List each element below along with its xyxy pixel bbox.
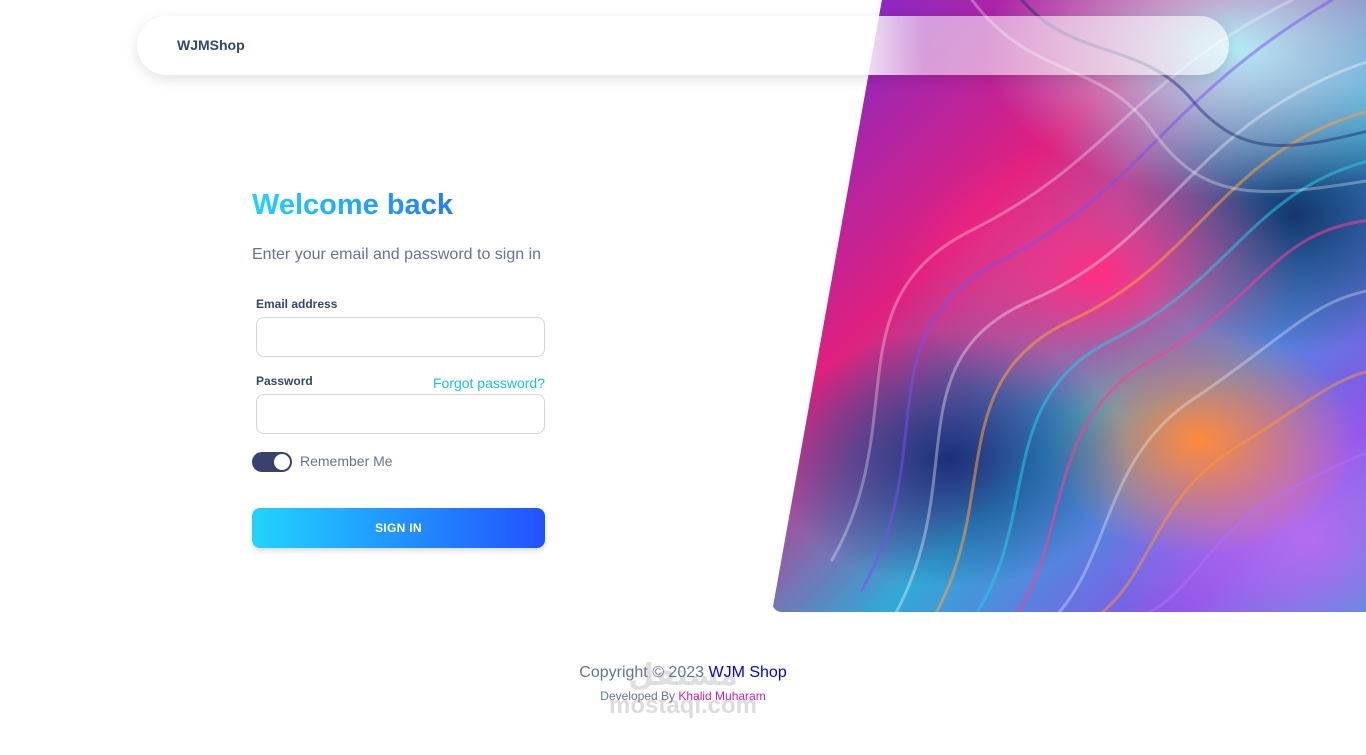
- developer-link[interactable]: Khalid Muharam: [678, 689, 765, 703]
- remember-me-toggle[interactable]: [252, 452, 292, 472]
- toggle-knob: [274, 454, 290, 470]
- password-label: Password: [256, 374, 313, 388]
- footer: Copyright © 2023 WJM Shop Developed By K…: [0, 662, 1366, 707]
- brand-link[interactable]: WJMShop: [177, 37, 245, 53]
- sign-in-form: Welcome back Enter your email and passwo…: [252, 186, 546, 562]
- password-field[interactable]: [256, 394, 545, 434]
- form-fields: Email address Password Forgot password? …: [252, 162, 546, 562]
- remember-me-label: Remember Me: [300, 453, 393, 469]
- sign-in-button[interactable]: SIGN IN: [252, 508, 545, 548]
- sign-in-page: WJMShop Welcome back Enter your email an…: [0, 0, 1366, 755]
- email-label: Email address: [256, 297, 338, 311]
- copyright-prefix: Copyright © 2023: [579, 664, 705, 681]
- copyright-text: Copyright © 2023 WJM Shop: [0, 662, 1366, 684]
- wjm-shop-link[interactable]: WJM Shop: [708, 664, 786, 681]
- forgot-password-link[interactable]: Forgot password?: [433, 375, 545, 391]
- email-field[interactable]: [256, 317, 545, 357]
- top-navbar: WJMShop: [137, 16, 1229, 75]
- developer-prefix: Developed By: [600, 689, 675, 703]
- art-swirl-lines: [830, 0, 1366, 612]
- decorative-art-image: [772, 0, 1366, 612]
- developer-credit: Developed By Khalid Muharam: [0, 685, 1366, 707]
